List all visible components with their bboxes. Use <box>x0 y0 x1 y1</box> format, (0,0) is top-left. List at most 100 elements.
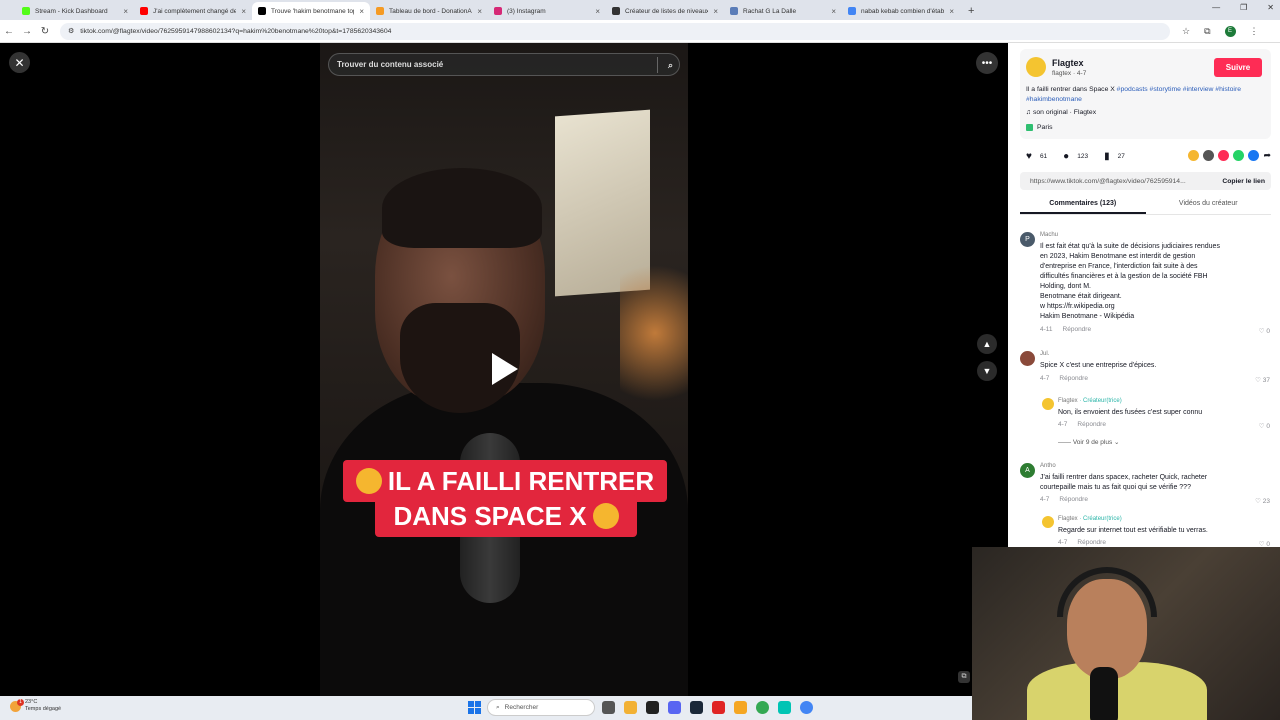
site-info-icon[interactable]: ⚙ <box>68 27 74 35</box>
hashtag-link[interactable]: #storytime <box>1150 86 1181 93</box>
tab-creator-videos[interactable]: Vidéos du créateur <box>1146 195 1272 214</box>
headphones-icon <box>1057 567 1157 617</box>
tab-instagram[interactable]: (3) Instagram × <box>488 2 606 20</box>
chrome-profile-icon[interactable] <box>800 701 813 714</box>
hashtag-link[interactable]: #hakimbenotmane <box>1026 96 1082 103</box>
reply-button[interactable]: Répondre <box>1063 326 1092 333</box>
tab-tierlist[interactable]: Créateur de listes de niveaux p × <box>606 2 724 20</box>
profile-avatar[interactable]: E <box>1224 25 1236 37</box>
search-icon[interactable]: ⌕ <box>657 57 673 73</box>
heart-icon: ♥ <box>1026 150 1032 162</box>
tab-kick[interactable]: Stream - Kick Dashboard × <box>16 2 134 20</box>
taskbar-search-input[interactable]: ⌕ Rechercher <box>487 699 595 716</box>
close-tab-icon[interactable]: × <box>241 7 246 16</box>
tab-tiktok[interactable]: Trouve 'hakim benotmane top × <box>252 2 370 20</box>
like-button[interactable]: ♥ 61 <box>1026 151 1047 162</box>
reply-avatar[interactable] <box>1042 516 1054 528</box>
url-field[interactable]: ⚙ tiktok.com/@flagtex/video/762595914798… <box>60 22 1170 40</box>
embed-icon[interactable] <box>1203 150 1215 161</box>
weather-widget[interactable]: 1 23°C Temps dégagé <box>10 699 61 713</box>
comment-username[interactable]: Machu <box>1040 232 1058 238</box>
music-link[interactable]: ♫ son original · Flagtex <box>1026 109 1096 116</box>
browser-menu-icon[interactable]: ⋮ <box>1250 26 1259 37</box>
minimize-icon[interactable]: — <box>1212 3 1220 12</box>
reply-like-button[interactable]: ♡ 0 <box>1259 540 1270 547</box>
tab-donationalerts[interactable]: Tableau de bord - DonationAle × <box>370 2 488 20</box>
reply-username[interactable]: Flagtex · Créateur(trice) <box>1058 398 1122 404</box>
close-tab-icon[interactable]: × <box>477 7 482 16</box>
close-video-button[interactable]: ✕ <box>9 52 30 73</box>
background-lamp <box>620 243 688 423</box>
close-tab-icon[interactable]: × <box>359 7 364 16</box>
comment-username[interactable]: Jul. <box>1040 351 1049 357</box>
task-view-icon[interactable] <box>602 701 615 714</box>
comment-avatar[interactable] <box>1020 351 1035 366</box>
chrome-icon[interactable] <box>756 701 769 714</box>
close-tab-icon[interactable]: × <box>123 7 128 16</box>
maximize-icon[interactable]: ❐ <box>1240 3 1247 12</box>
reply-button[interactable]: Répondre <box>1077 421 1106 428</box>
reply-username[interactable]: Flagtex · Créateur(trice) <box>1058 516 1122 522</box>
save-button[interactable]: ▮ 27 <box>1104 151 1125 162</box>
forward-icon[interactable]: → <box>18 26 36 37</box>
comment-username[interactable]: Antho <box>1040 463 1056 469</box>
discord-icon[interactable] <box>668 701 681 714</box>
hashtag-link[interactable]: #podcasts <box>1117 86 1148 93</box>
share-arrow-icon[interactable]: ➦ <box>1263 150 1271 161</box>
hashtag-link[interactable]: #interview <box>1183 86 1214 93</box>
comment-like-button[interactable]: ♡ 0 <box>1259 327 1270 335</box>
previous-video-button[interactable]: ▲ <box>977 334 997 354</box>
comment-avatar[interactable]: P <box>1020 232 1035 247</box>
reload-icon[interactable]: ↻ <box>36 26 54 37</box>
obs-icon[interactable] <box>712 701 725 714</box>
app-icon[interactable] <box>778 701 791 714</box>
follow-button[interactable]: Suivre <box>1214 58 1262 77</box>
comment-meta: 4-11 Répondre <box>1040 326 1092 333</box>
comment-like-button[interactable]: ♡ 23 <box>1255 497 1270 505</box>
close-window-icon[interactable]: ✕ <box>1267 3 1274 12</box>
reply-button[interactable]: Répondre <box>1059 375 1088 382</box>
tab-youtube[interactable]: J'ai complètement changé de × <box>134 2 252 20</box>
extensions-icon[interactable]: ⧉ <box>1204 26 1210 37</box>
tray-overflow-icon[interactable]: ⧉ <box>958 671 970 683</box>
tiktok-favicon-icon <box>258 7 266 15</box>
reply-like-button[interactable]: ♡ 0 <box>1259 422 1270 430</box>
epic-games-icon[interactable] <box>646 701 659 714</box>
back-icon[interactable]: ← <box>0 26 18 37</box>
more-options-button[interactable]: ••• <box>976 52 998 74</box>
new-tab-button[interactable]: + <box>960 2 982 20</box>
app-icon[interactable] <box>734 701 747 714</box>
play-icon[interactable] <box>492 353 518 385</box>
bookmark-star-icon[interactable]: ☆ <box>1182 26 1190 37</box>
tab-comments[interactable]: Commentaires (123) <box>1020 195 1146 214</box>
comment-button[interactable]: ● 123 <box>1063 151 1088 162</box>
tab-rachat[interactable]: Rachat G La Dalle × <box>724 2 842 20</box>
steam-icon[interactable] <box>690 701 703 714</box>
reply-button[interactable]: Répondre <box>1059 496 1088 503</box>
share-direct-icon[interactable] <box>1218 150 1230 161</box>
windows-start-icon[interactable] <box>468 701 481 714</box>
hashtag-link[interactable]: #histoire <box>1215 86 1241 93</box>
reply-avatar[interactable] <box>1042 398 1054 410</box>
next-video-button[interactable]: ▼ <box>977 361 997 381</box>
video-player[interactable]: IL A FAILLI RENTRER DANS SPACE X <box>320 43 688 696</box>
related-search-input[interactable]: Trouver du contenu associé ⌕ <box>328 53 680 76</box>
comment-like-button[interactable]: ♡ 37 <box>1255 376 1270 384</box>
close-tab-icon[interactable]: × <box>831 7 836 16</box>
close-tab-icon[interactable]: × <box>949 7 954 16</box>
see-more-replies-button[interactable]: —— Voir 9 de plus ⌄ <box>1058 438 1119 446</box>
close-tab-icon[interactable]: × <box>713 7 718 16</box>
creator-username[interactable]: Flagtex <box>1052 58 1084 68</box>
tab-google[interactable]: nabab kebab combien d'établi × <box>842 2 960 20</box>
facebook-icon[interactable] <box>1248 150 1260 161</box>
comment-avatar[interactable]: A <box>1020 463 1035 478</box>
close-tab-icon[interactable]: × <box>595 7 600 16</box>
whatsapp-icon[interactable] <box>1233 150 1245 161</box>
video-link-field[interactable]: https://www.tiktok.com/@flagtex/video/76… <box>1020 172 1271 190</box>
reply-button[interactable]: Répondre <box>1077 539 1106 546</box>
location-link[interactable]: Paris <box>1026 124 1053 131</box>
share-friends-icon[interactable] <box>1188 150 1200 161</box>
creator-avatar[interactable] <box>1026 57 1046 77</box>
file-explorer-icon[interactable] <box>624 701 637 714</box>
copy-link-button[interactable]: Copier le lien <box>1222 178 1265 185</box>
